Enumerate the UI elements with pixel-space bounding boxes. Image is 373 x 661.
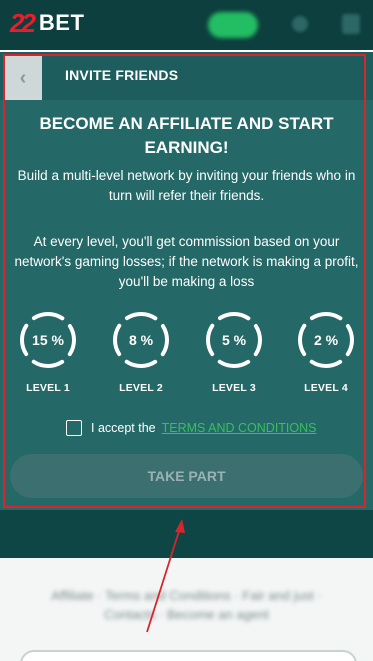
footer-links-blurred: Affiliate · Terms and Conditions · Fair … — [51, 588, 322, 622]
level-label: LEVEL 2 — [119, 382, 163, 394]
level-ring: 8 % — [111, 310, 171, 370]
level-percent: 5 % — [221, 332, 247, 348]
accept-terms-checkbox[interactable] — [66, 420, 82, 436]
level-label: LEVEL 3 — [212, 382, 256, 394]
commission-description: At every level, you'll get commission ba… — [14, 234, 359, 289]
invite-friends-panel: ‹ INVITE FRIENDS BECOME AN AFFILIATE AND… — [0, 52, 373, 510]
brand-logo[interactable]: 22 BET — [10, 8, 84, 38]
level-2: 8 % LEVEL 2 — [101, 310, 181, 394]
logo-text: BET — [38, 10, 85, 35]
logo-number: 22 — [10, 7, 36, 38]
menu-icon[interactable] — [342, 14, 360, 34]
background-input-blurred — [20, 650, 357, 661]
level-percent: 15 % — [32, 332, 64, 348]
site-header: 22 BET — [0, 0, 373, 50]
commission-levels: 15 % LEVEL 1 8 % LEVEL 2 5 % LEVEL 3 2 %… — [0, 310, 373, 400]
affiliate-headline: BECOME AN AFFILIATE AND START EARNING! — [39, 114, 334, 157]
level-label: LEVEL 4 — [304, 382, 348, 394]
level-1: 15 % LEVEL 1 — [8, 310, 88, 394]
user-icon[interactable] — [292, 16, 308, 32]
level-ring: 2 % — [296, 310, 356, 370]
affiliate-description: Build a multi-level network by inviting … — [17, 168, 356, 203]
level-4: 2 % LEVEL 4 — [286, 310, 366, 394]
accept-terms-label: I accept the — [91, 421, 156, 435]
level-percent: 2 % — [313, 332, 339, 348]
panel-title: INVITE FRIENDS — [65, 67, 179, 83]
level-ring: 5 % — [204, 310, 264, 370]
level-3: 5 % LEVEL 3 — [194, 310, 274, 394]
back-button[interactable]: ‹ — [4, 56, 42, 100]
chevron-left-icon: ‹ — [19, 66, 27, 89]
level-percent: 8 % — [128, 332, 154, 348]
terms-and-conditions-link[interactable]: TERMS AND CONDITIONS — [162, 421, 317, 435]
level-label: LEVEL 1 — [26, 382, 70, 394]
login-button[interactable] — [208, 12, 258, 38]
level-ring: 15 % — [18, 310, 78, 370]
panel-header: ‹ INVITE FRIENDS — [0, 52, 373, 100]
take-part-button[interactable]: TAKE PART — [10, 454, 363, 498]
terms-acceptance: I accept the TERMS AND CONDITIONS — [66, 419, 317, 437]
